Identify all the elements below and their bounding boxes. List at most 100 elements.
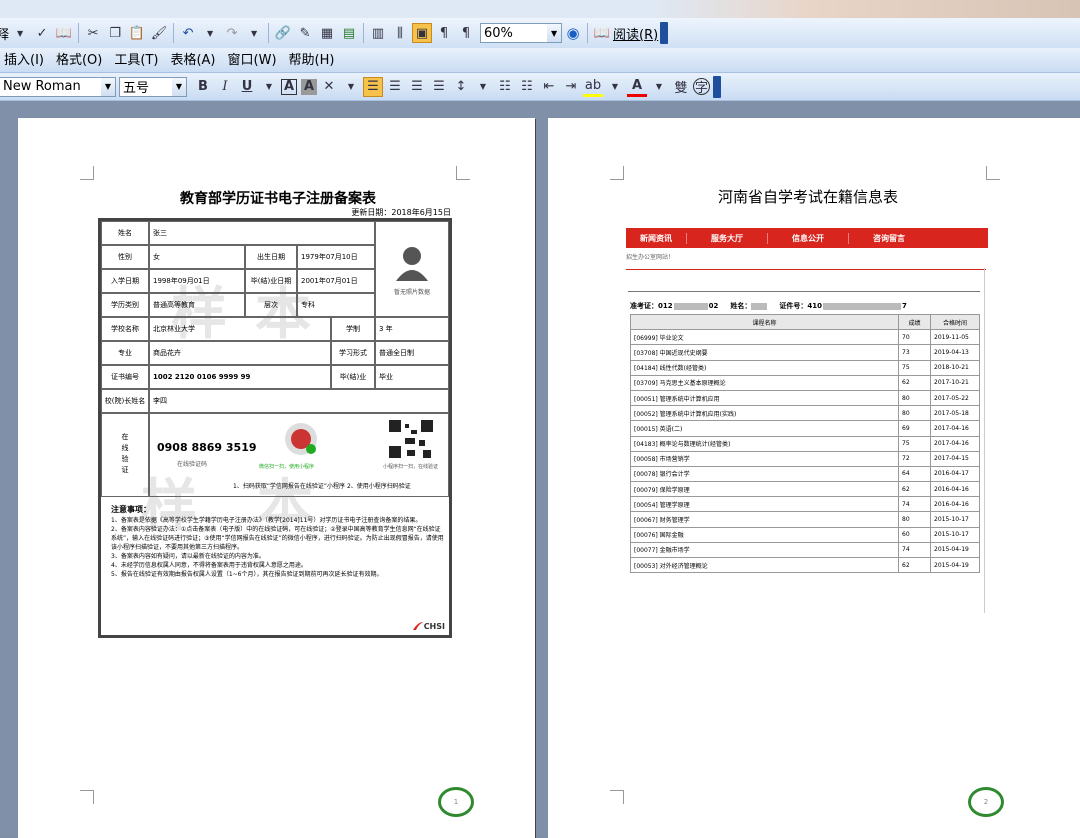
copy-icon[interactable]: ❐	[105, 23, 125, 43]
menu-window[interactable]: 窗口(W)	[222, 48, 283, 73]
read-icon[interactable]: 📖	[592, 23, 612, 43]
columns-icon[interactable]: ▥	[368, 23, 388, 43]
help-icon[interactable]: ◉	[563, 23, 583, 43]
date-cell: 2017-05-22	[930, 389, 980, 407]
date-cell: 2017-05-18	[930, 405, 980, 422]
verification-code[interactable]: 0908 8869 3519	[157, 441, 257, 454]
gray-divider	[628, 291, 980, 292]
gender-value: 女	[149, 245, 245, 269]
menu-table[interactable]: 表格(A)	[164, 48, 221, 73]
toolbar-options-grip[interactable]	[713, 75, 721, 98]
underline-button[interactable]: U	[237, 77, 257, 97]
nav-news[interactable]: 新闻资讯	[626, 232, 687, 244]
highlight-icon[interactable]: ab	[583, 77, 603, 97]
chevron-down-icon[interactable]: ▼	[101, 77, 115, 96]
type-value: 普通高等教育	[149, 293, 245, 317]
show-hide-icon[interactable]: ¶	[434, 23, 454, 43]
course-cell: [00058] 市场营销学	[630, 450, 899, 467]
date-cell: 2015-04-19	[930, 541, 980, 559]
line-spacing-dropdown-icon[interactable]: ▼	[473, 77, 493, 97]
spelling-icon[interactable]: ✓	[32, 23, 52, 43]
nav-info[interactable]: 信息公开	[768, 232, 849, 244]
type-label: 学历类别	[101, 293, 149, 317]
redacted-block	[751, 302, 768, 310]
line-spacing-icon[interactable]: ↕	[451, 77, 471, 97]
insert-table-icon[interactable]: ▦	[317, 23, 337, 43]
score-cell: 64	[898, 465, 931, 483]
president-value: 李四	[149, 389, 449, 413]
numbering-icon[interactable]: ☷	[495, 77, 515, 97]
menu-tools[interactable]: 工具(T)	[108, 48, 164, 73]
bold-button[interactable]: B	[193, 77, 213, 97]
undo-icon[interactable]: ↶	[178, 23, 198, 43]
align-right-icon[interactable]: ☰	[407, 77, 427, 97]
course-cell: [00015] 英语(二)	[630, 420, 899, 437]
read-button[interactable]: 阅读(R)	[613, 24, 658, 43]
col-score: 成绩	[898, 313, 931, 331]
align-left-icon[interactable]: ☰	[363, 76, 383, 97]
president-label: 校(院)长姓名	[101, 389, 149, 413]
decrease-indent-icon[interactable]: ⇤	[539, 77, 559, 97]
drawing-icon[interactable]: ⫼	[390, 23, 410, 43]
table-row: [03709] 马克思主义基本原理概论 62 2017-10-21	[630, 374, 980, 391]
zoom-combo[interactable]: 60% ▼	[480, 23, 563, 43]
phonetic-guide-icon[interactable]: 雙	[671, 77, 691, 97]
course-table: 课程名称 成绩 合格时间 [06999] 毕业论文 70 2019-11-05 [0…	[630, 313, 980, 574]
pilcrow-icon[interactable]: ¶	[456, 23, 476, 43]
char-border-button[interactable]: A	[281, 78, 297, 95]
bullets-icon[interactable]: ☷	[517, 77, 537, 97]
dropdown-arrow-icon[interactable]: ▼	[10, 23, 30, 43]
table-row: [06999] 毕业论文 70 2019-11-05	[630, 329, 980, 346]
code-label: 在线验证码	[177, 461, 208, 468]
distributed-icon[interactable]: ☰	[429, 77, 449, 97]
formatting-toolbar: New Roman ▼ 五号 ▼ B I U ▼ A A ✕ ▼ ☰ ☰ ☰ ☰…	[0, 73, 1080, 101]
page-2: 河南省自学考试在籍信息表 新闻资讯 服务大厅 信息公开 咨询留言 招生办公室网站…	[548, 118, 1080, 838]
course-cell: [00053] 对外经济管理概论	[630, 556, 899, 574]
redo-icon[interactable]: ↷	[222, 23, 242, 43]
table-row: [00077] 金融市场学 74 2015-04-19	[630, 541, 980, 559]
toolbar-options-grip[interactable]	[660, 22, 669, 44]
menu-format[interactable]: 格式(O)	[50, 48, 108, 73]
course-cell: [06999] 毕业论文	[630, 329, 899, 346]
chevron-down-icon[interactable]: ▼	[547, 24, 562, 42]
menu-help[interactable]: 帮助(H)	[283, 48, 341, 73]
status-label: 毕(结)业	[331, 365, 375, 389]
document-workspace: 教育部学历证书电子注册备案表 更新日期：2018年6月15日 样本 样本 姓名 …	[0, 101, 1080, 838]
table-row: [03708] 中国近现代史纲要 73 2019-04-13	[630, 344, 980, 361]
increase-indent-icon[interactable]: ⇥	[561, 77, 581, 97]
undo-dropdown-icon[interactable]: ▼	[200, 23, 220, 43]
hyperlink-icon[interactable]: 🔗	[273, 23, 293, 43]
nav-message[interactable]: 咨询留言	[849, 233, 929, 244]
document-map-icon[interactable]: ▣	[412, 23, 433, 43]
cut-icon[interactable]: ✂	[83, 23, 103, 43]
date-cell: 2017-04-15	[930, 450, 980, 467]
registration-form: 教育部学历证书电子注册备案表 更新日期：2018年6月15日 样本 样本 姓名 …	[98, 191, 452, 638]
redo-dropdown-icon[interactable]: ▼	[244, 23, 264, 43]
highlight-dropdown-icon[interactable]: ▼	[605, 77, 625, 97]
menu-insert[interactable]: 插入(I)	[0, 48, 50, 73]
insert-excel-icon[interactable]: ▤	[339, 23, 359, 43]
italic-button[interactable]: I	[215, 77, 235, 97]
qr-code-icon[interactable]	[387, 418, 435, 460]
paste-icon[interactable]: 📋	[127, 23, 147, 43]
char-scaling-dropdown-icon[interactable]: ▼	[341, 77, 361, 97]
standard-toolbar: 释 ▼ ✓ 📖 ✂ ❐ 📋 🖌 ↶ ▼ ↷ ▼ 🔗 ✎ ▦ ▤ ▥ ⫼ ▣ ¶ …	[0, 0, 1080, 48]
char-shading-button[interactable]: A	[301, 78, 317, 95]
size-combo[interactable]: 五号 ▼	[119, 76, 187, 97]
score-cell: 80	[898, 511, 931, 528]
date-cell: 2016-04-16	[930, 481, 980, 498]
font-color-icon[interactable]: A	[627, 77, 647, 97]
research-icon[interactable]: 📖	[54, 23, 74, 43]
font-color-dropdown-icon[interactable]: ▼	[649, 77, 669, 97]
nav-service[interactable]: 服务大厅	[687, 232, 768, 244]
table-row: [00054] 管理学原理 74 2016-04-16	[630, 496, 980, 513]
underline-dropdown-icon[interactable]: ▼	[259, 77, 279, 97]
birth-value: 1979年07月10日	[297, 245, 375, 269]
tables-borders-icon[interactable]: ✎	[295, 23, 315, 43]
chevron-down-icon[interactable]: ▼	[172, 77, 186, 96]
font-combo[interactable]: New Roman ▼	[0, 76, 116, 97]
format-painter-icon[interactable]: 🖌	[149, 23, 169, 43]
enclose-characters-icon[interactable]: 字	[693, 78, 710, 96]
align-center-icon[interactable]: ☰	[385, 77, 405, 97]
char-scaling-icon[interactable]: ✕	[319, 77, 339, 97]
